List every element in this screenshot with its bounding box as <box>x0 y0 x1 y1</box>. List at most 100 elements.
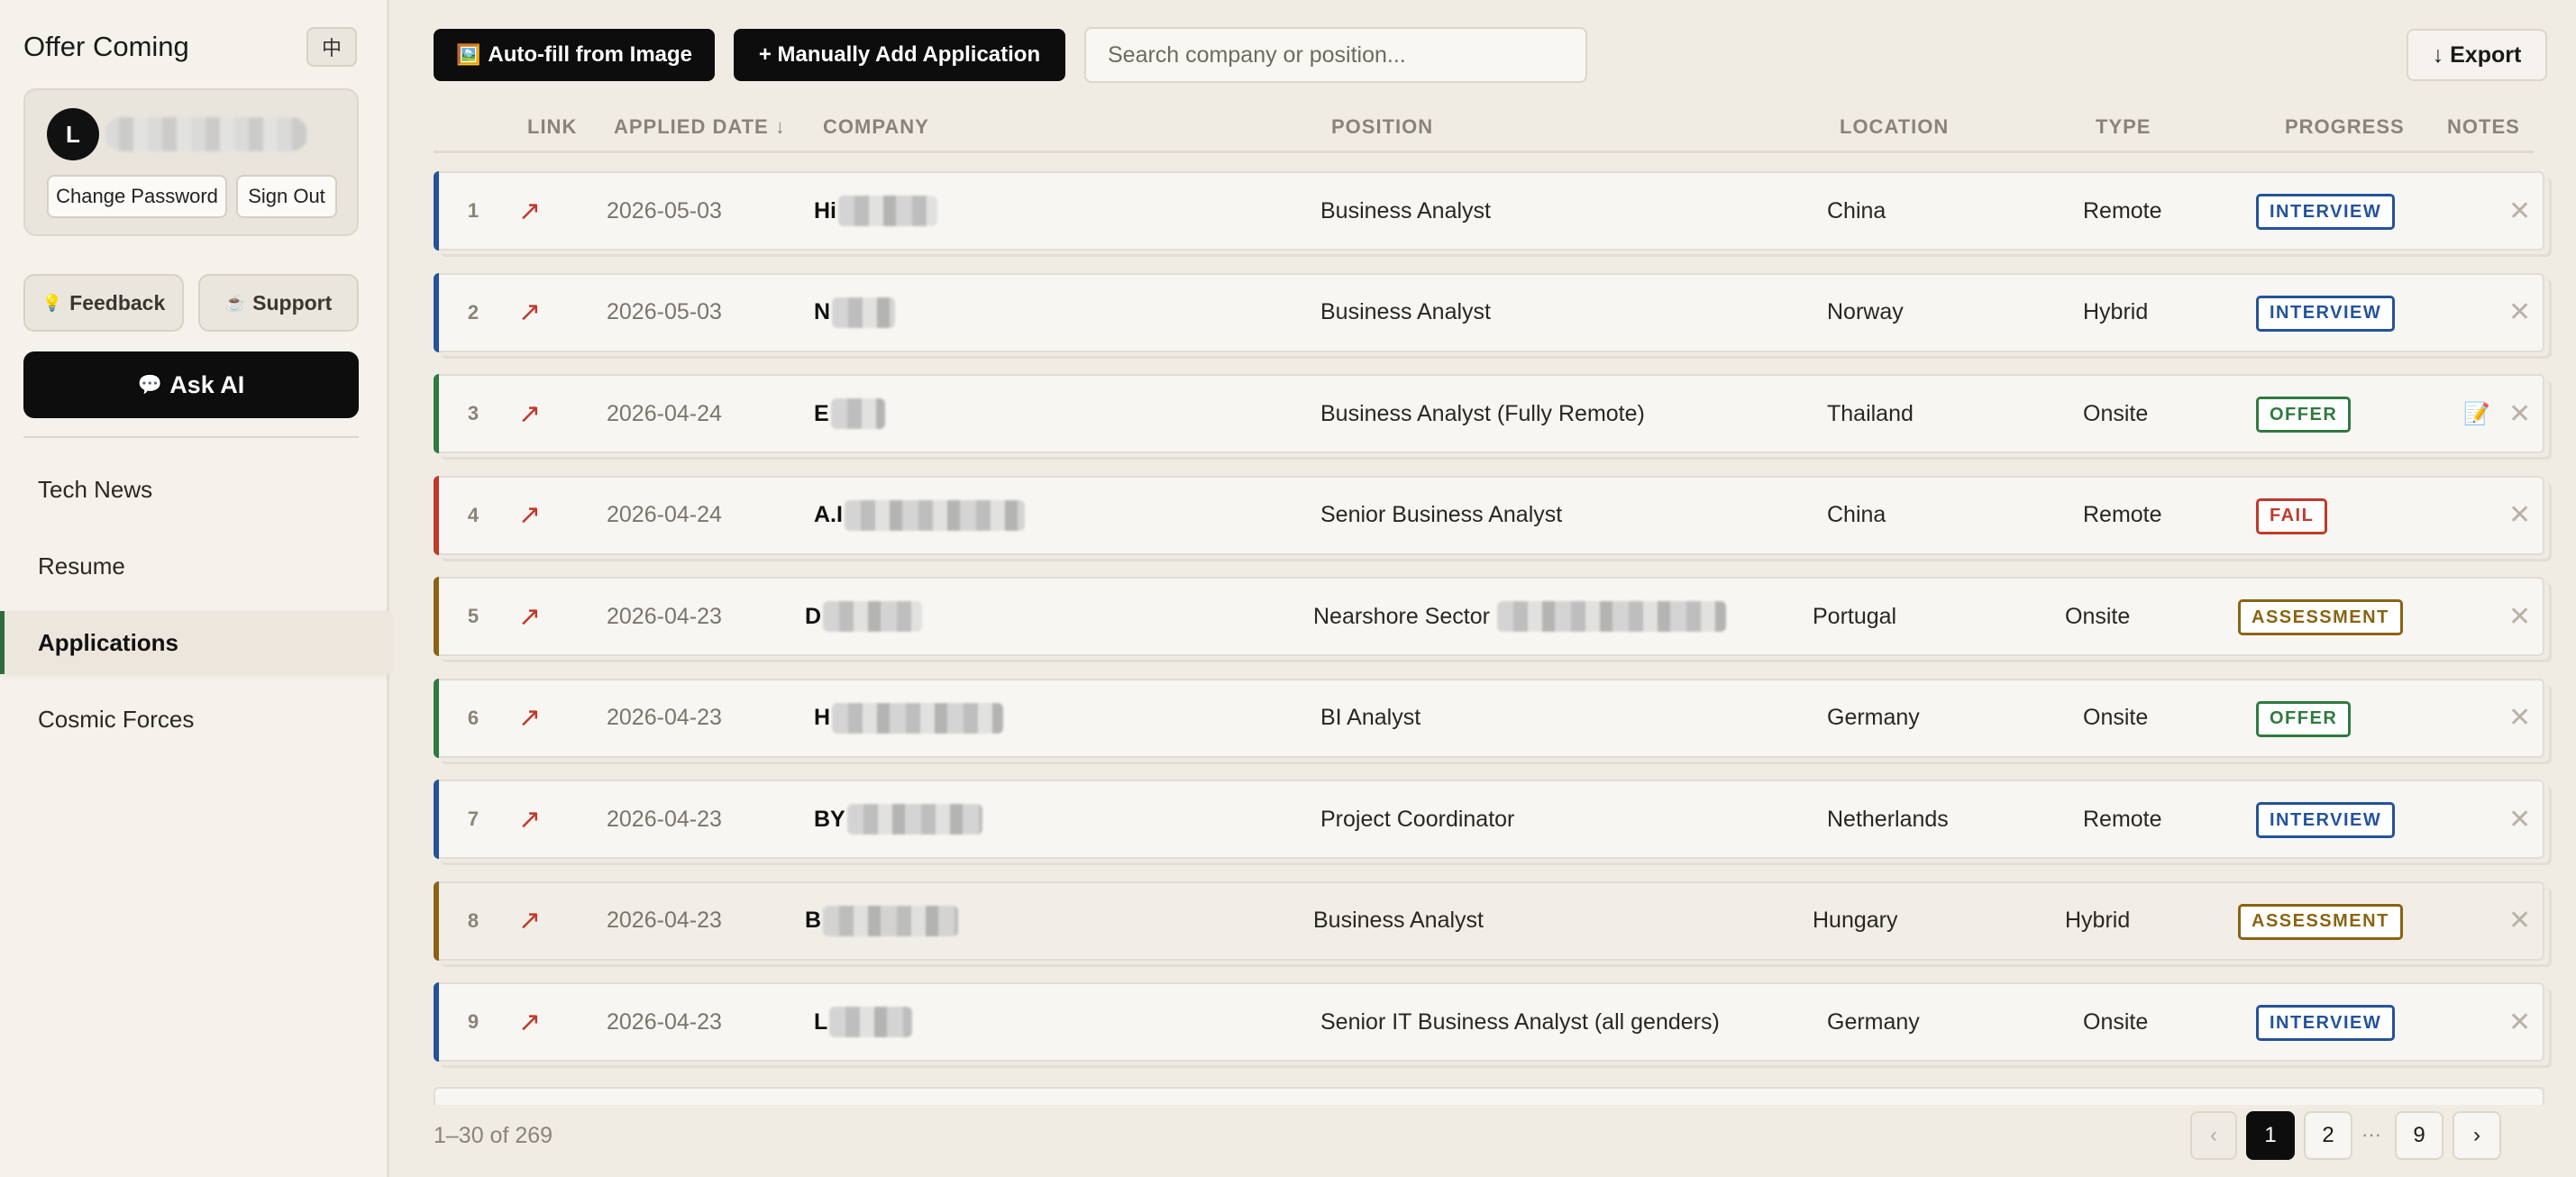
external-link-icon[interactable]: ↗ <box>518 579 541 654</box>
user-card: L Change Password Sign Out <box>23 88 359 236</box>
sidebar-item-resume[interactable]: Resume <box>0 534 389 598</box>
delete-icon[interactable]: ✕ <box>2508 478 2531 553</box>
location: Norway <box>1827 299 1904 324</box>
language-toggle-button[interactable]: 中 <box>306 27 357 67</box>
applied-date: 2026-05-03 <box>607 197 722 224</box>
ask-ai-button[interactable]: 💬 Ask AI <box>23 351 359 418</box>
work-type: Onsite <box>2083 400 2149 426</box>
location: Hungary <box>1813 908 1898 933</box>
column-header-applied-date[interactable]: APPLIED DATE ↓ <box>614 115 786 139</box>
pagination-page-last[interactable]: 9 <box>2395 1111 2444 1160</box>
autofill-from-image-button[interactable]: 🖼️ Auto-fill from Image <box>434 29 715 81</box>
column-header-type: TYPE <box>2096 115 2151 138</box>
work-type: Onsite <box>2083 705 2149 730</box>
table-row[interactable]: 2 ↗ 2026-05-03 N Business Analyst Norway Hybri… <box>434 272 2544 352</box>
lightbulb-icon: 💡 <box>41 293 63 312</box>
delete-icon[interactable]: ✕ <box>2508 680 2531 756</box>
position-title: Business Analyst (Fully Remote) <box>1320 376 1645 452</box>
table-row[interactable]: 4 ↗ 2026-04-24 A.I Senior Business Analyst Ch… <box>434 475 2544 555</box>
delete-icon[interactable]: ✕ <box>2508 883 2531 959</box>
sidebar-divider <box>23 436 359 438</box>
company-name-visible: BY <box>814 806 845 832</box>
delete-icon[interactable]: ✕ <box>2508 781 2531 857</box>
row-number: 3 <box>467 402 480 424</box>
position-text: BI Analyst <box>1320 705 1421 730</box>
progress-badge[interactable]: INTERVIEW <box>2256 1005 2396 1041</box>
work-type: Onsite <box>2083 1008 2149 1035</box>
company-name-visible: D <box>805 603 822 629</box>
delete-icon[interactable]: ✕ <box>2508 376 2531 452</box>
progress-badge[interactable]: INTERVIEW <box>2256 802 2396 838</box>
external-link-icon[interactable]: ↗ <box>518 680 541 756</box>
column-header-company: COMPANY <box>823 115 929 138</box>
company-name: A.I <box>814 478 1025 553</box>
applied-date: 2026-04-24 <box>607 400 722 426</box>
location: Germany <box>1827 705 1920 730</box>
delete-icon[interactable]: ✕ <box>2508 173 2531 249</box>
progress-badge[interactable]: FAIL <box>2256 497 2328 534</box>
table-row[interactable]: 7 ↗ 2026-04-23 BY Project Coordinator Netherl… <box>434 780 2544 859</box>
row-number: 9 <box>467 1010 480 1033</box>
company-name-redacted <box>830 398 885 429</box>
pagination-page-2[interactable]: 2 <box>2304 1111 2352 1160</box>
work-type: Hybrid <box>2065 908 2131 933</box>
sidebar-item-cosmic-forces[interactable]: Cosmic Forces <box>0 688 389 751</box>
external-link-icon[interactable]: ↗ <box>518 275 541 351</box>
sidebar-item-tech-news[interactable]: Tech News <box>0 458 389 521</box>
search-input[interactable] <box>1084 27 1587 83</box>
external-link-icon[interactable]: ↗ <box>518 781 541 857</box>
company-name-visible: L <box>814 1008 828 1035</box>
sidebar: Offer Coming 中 L Change Password Sign Ou… <box>0 0 389 1177</box>
progress-badge[interactable]: INTERVIEW <box>2256 194 2396 230</box>
row-number: 5 <box>467 605 480 627</box>
company-name-redacted <box>823 601 923 632</box>
position-text: Project Coordinator <box>1320 806 1515 832</box>
progress-badge[interactable]: ASSESSMENT <box>2238 599 2403 635</box>
pagination-prev-button[interactable]: ‹ <box>2190 1111 2237 1160</box>
work-type: Remote <box>2083 806 2162 832</box>
export-button[interactable]: ↓ Export <box>2407 29 2547 81</box>
progress-badge[interactable]: OFFER <box>2256 700 2352 737</box>
note-icon[interactable]: 📝 <box>2463 376 2490 452</box>
pagination-page-1[interactable]: 1 <box>2246 1111 2295 1160</box>
image-icon: 🖼️ <box>455 43 481 66</box>
change-password-button[interactable]: Change Password <box>47 175 227 218</box>
position-text: Business Analyst <box>1320 197 1491 224</box>
progress-badge[interactable]: OFFER <box>2256 397 2352 433</box>
delete-icon[interactable]: ✕ <box>2508 579 2531 654</box>
sidebar-item-applications[interactable]: Applications <box>0 611 389 674</box>
manually-add-application-button[interactable]: + Manually Add Application <box>734 29 1065 81</box>
company-name-redacted <box>832 702 1004 734</box>
company-name-visible: N <box>814 299 831 324</box>
external-link-icon[interactable]: ↗ <box>518 883 541 959</box>
external-link-icon[interactable]: ↗ <box>518 376 541 452</box>
progress-badge[interactable]: ASSESSMENT <box>2238 903 2403 940</box>
table-row[interactable]: 5 ↗ 2026-04-23 D Nearshore Sector Portugal Ons… <box>434 577 2544 656</box>
main-content: 🖼️ Auto-fill from Image + Manually Add A… <box>392 0 2576 1177</box>
progress-badge[interactable]: INTERVIEW <box>2256 295 2396 332</box>
user-name-redacted <box>105 117 308 151</box>
pagination-next-button[interactable]: › <box>2453 1111 2501 1160</box>
avatar: L <box>47 108 99 160</box>
table-row[interactable]: 8 ↗ 2026-04-23 B Business Analyst Hungary Hybr… <box>434 880 2544 961</box>
external-link-icon[interactable]: ↗ <box>518 173 541 249</box>
table-row[interactable]: 9 ↗ 2026-04-23 L Senior IT Business Analyst … <box>434 982 2544 1062</box>
sign-out-button[interactable]: Sign Out <box>236 175 337 218</box>
applied-date: 2026-04-23 <box>607 603 722 629</box>
row-status-accent <box>434 475 439 555</box>
position-title: Project Coordinator <box>1320 781 1514 857</box>
applied-date: 2026-04-23 <box>607 908 722 933</box>
external-link-icon[interactable]: ↗ <box>518 478 541 553</box>
table-row[interactable]: 6 ↗ 2026-04-23 H BI Analyst Germany Onsite OFFE… <box>434 678 2544 758</box>
delete-icon[interactable]: ✕ <box>2508 984 2531 1060</box>
column-header-notes: NOTES <box>2447 115 2520 138</box>
feedback-button[interactable]: 💡 Feedback <box>23 274 184 332</box>
position-title: Nearshore Sector <box>1313 579 1726 654</box>
position-title: BI Analyst <box>1320 680 1420 756</box>
external-link-icon[interactable]: ↗ <box>518 984 541 1060</box>
row-number: 8 <box>467 908 480 932</box>
delete-icon[interactable]: ✕ <box>2508 275 2531 351</box>
table-row[interactable]: 3 ↗ 2026-04-24 E Business Analyst (Fully Rem… <box>434 374 2544 453</box>
table-row[interactable]: 1 ↗ 2026-05-03 Hi Business Analyst China Remot… <box>434 171 2544 251</box>
support-button[interactable]: ☕ Support <box>198 274 359 332</box>
